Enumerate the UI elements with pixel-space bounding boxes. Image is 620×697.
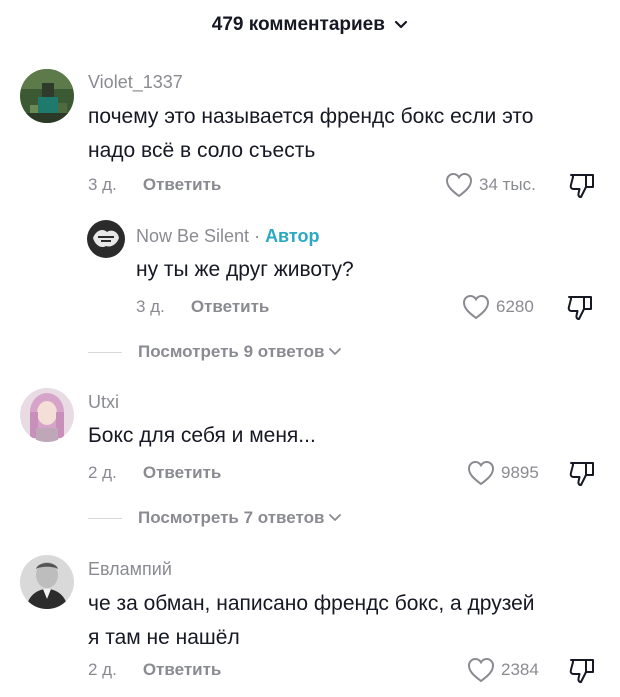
thumbs-down-icon <box>569 174 594 198</box>
comment-count: 479 комментариев <box>211 14 385 36</box>
like-button[interactable]: 34 тыс. <box>445 172 536 198</box>
comment-meta: 2 д. Ответить <box>88 660 221 680</box>
dislike-button[interactable] <box>567 170 597 205</box>
comment-username[interactable]: Violet_1337 <box>88 72 183 93</box>
avatar[interactable] <box>87 220 125 258</box>
comment-text: почему это называется френдс бокс если э… <box>88 100 608 168</box>
comment-time: 3 д. <box>136 297 165 316</box>
like-button[interactable]: 2384 <box>467 657 539 683</box>
view-replies-button[interactable]: Посмотреть 7 ответов <box>88 508 342 528</box>
comment-username[interactable]: Евлампий <box>88 559 172 580</box>
like-count: 34 тыс. <box>479 175 536 194</box>
comment-text-line: я там не нашёл <box>88 626 240 649</box>
view-replies-button[interactable]: Посмотреть 9 ответов <box>88 342 342 362</box>
like-count: 6280 <box>496 297 534 316</box>
dislike-button[interactable] <box>567 655 597 690</box>
dislike-button[interactable] <box>567 458 597 493</box>
view-replies-label: Посмотреть 7 ответов <box>138 508 325 527</box>
comment-meta: 2 д. Ответить <box>88 463 221 483</box>
view-replies-label: Посмотреть 9 ответов <box>138 342 325 361</box>
heart-icon <box>445 172 473 198</box>
separator: · <box>249 226 266 246</box>
comment-text-line: почему это называется френдс бокс если э… <box>88 105 534 128</box>
comment-meta: 3 д. Ответить <box>88 175 221 195</box>
thumbs-down-icon <box>569 659 594 683</box>
comment-text: ну ты же друг животу? <box>136 253 354 287</box>
comment-username[interactable]: Now Be Silent · Автор <box>136 226 319 247</box>
comment-username[interactable]: Utxi <box>88 392 119 413</box>
reply-button[interactable]: Ответить <box>143 175 222 194</box>
comment-time: 2 д. <box>88 660 117 679</box>
thumbs-down-icon <box>567 296 592 320</box>
comments-header[interactable]: 479 комментариев <box>0 14 620 36</box>
comment-text-line: Бокс для себя и меня... <box>88 424 316 447</box>
chevron-down-icon <box>329 514 342 521</box>
heart-icon <box>467 460 495 486</box>
chevron-down-icon <box>329 348 342 355</box>
avatar[interactable] <box>20 69 74 123</box>
thumbs-down-icon <box>569 462 594 486</box>
divider <box>88 517 122 519</box>
comment-text-line: че за обман, написано френдс бокс, а дру… <box>88 592 535 615</box>
heart-icon <box>467 657 495 683</box>
like-button[interactable]: 9895 <box>467 460 539 486</box>
author-name: Now Be Silent <box>136 226 250 246</box>
comment-time: 2 д. <box>88 463 117 482</box>
comment-text-line: ну ты же друг животу? <box>136 258 354 281</box>
like-button[interactable]: 6280 <box>462 294 534 320</box>
comment-text: Бокс для себя и меня... <box>88 419 316 453</box>
dislike-button[interactable] <box>565 292 595 327</box>
reply-button[interactable]: Ответить <box>143 660 222 679</box>
divider <box>88 351 122 353</box>
author-badge: Автор <box>265 226 320 246</box>
comment-text-line: надо всё в соло съесть <box>88 139 316 162</box>
comment-time: 3 д. <box>88 175 117 194</box>
reply-button[interactable]: Ответить <box>143 463 222 482</box>
like-count: 9895 <box>501 463 539 482</box>
avatar[interactable] <box>20 388 74 442</box>
comment-text: че за обман, написано френдс бокс, а дру… <box>88 587 608 655</box>
chevron-down-icon <box>394 14 408 36</box>
like-count: 2384 <box>501 660 539 679</box>
comment-meta: 3 д. Ответить <box>136 297 269 317</box>
reply-button[interactable]: Ответить <box>191 297 270 316</box>
avatar[interactable] <box>20 555 74 609</box>
heart-icon <box>462 294 490 320</box>
